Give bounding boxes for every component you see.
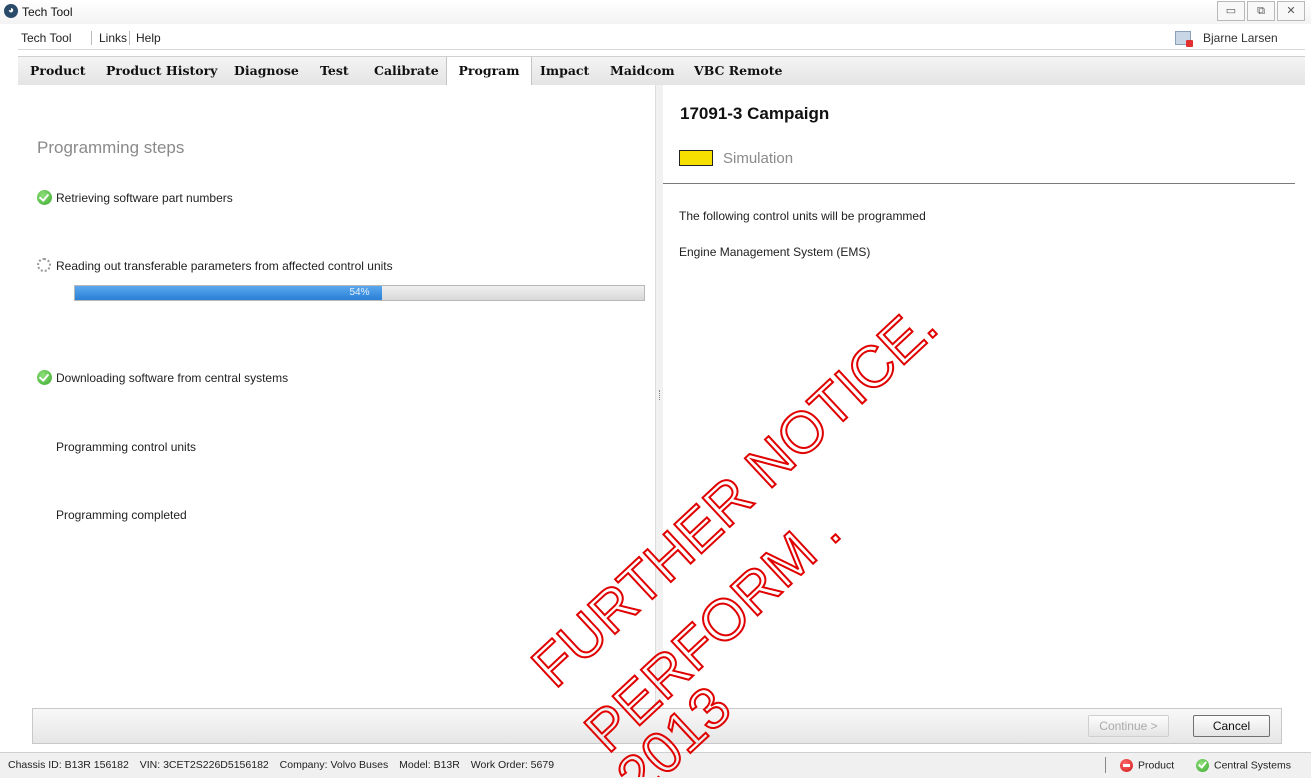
menu-item-links[interactable]: Links xyxy=(99,31,127,45)
loading-spinner-icon xyxy=(37,258,51,272)
user-icon[interactable] xyxy=(1175,31,1193,47)
programming-steps-panel xyxy=(18,85,655,705)
progress-bar: 54% xyxy=(74,285,645,301)
tab-product-history[interactable]: Product History xyxy=(106,57,217,85)
divider xyxy=(663,183,1295,184)
close-button[interactable]: ✕ xyxy=(1277,1,1305,21)
tab-test[interactable]: Test xyxy=(320,57,349,85)
tech-tool-app-icon: ◕ xyxy=(4,4,18,18)
user-name[interactable]: Bjarne Larsen xyxy=(1203,31,1278,45)
tab-diagnose[interactable]: Diagnose xyxy=(234,57,299,85)
company: Company: Volvo Buses xyxy=(279,759,389,771)
tab-maidcom[interactable]: Maidcom xyxy=(610,57,675,85)
status-bar: Chassis ID: B13R 156182 VIN: 3CET2S226D5… xyxy=(0,752,1311,778)
main-tab-bar: Product Product History Diagnose Test Ca… xyxy=(18,56,1305,86)
window-controls: ▭ ⧉ ✕ xyxy=(1215,1,1305,21)
menu-bar: Tech Tool Links Help Bjarne Larsen xyxy=(18,27,1305,50)
tab-program[interactable]: Program xyxy=(446,57,532,86)
control-unit-ems: Engine Management System (EMS) xyxy=(679,245,871,259)
step-label: Downloading software from central system… xyxy=(56,371,289,385)
simulation-label: Simulation xyxy=(723,150,794,167)
continue-button[interactable]: Continue > xyxy=(1088,715,1169,737)
window-title: Tech Tool xyxy=(22,5,73,19)
title-bar: ◕ Tech Tool ▭ ⧉ ✕ xyxy=(0,0,1311,24)
progress-label: 54% xyxy=(349,287,370,298)
menu-item-help[interactable]: Help xyxy=(136,31,161,45)
menu-item-tech-tool[interactable]: Tech Tool xyxy=(21,31,71,45)
stop-icon xyxy=(1120,759,1133,772)
minimize-button[interactable]: ▭ xyxy=(1217,1,1245,21)
model: Model: B13R xyxy=(399,759,460,771)
check-icon xyxy=(37,190,52,205)
vin: VIN: 3CET2S226D5156182 xyxy=(139,759,269,771)
check-icon xyxy=(37,370,52,385)
product-status[interactable]: Product xyxy=(1120,759,1174,772)
campaign-title: 17091-3 Campaign xyxy=(680,104,830,123)
menu-separator xyxy=(129,31,130,45)
tab-impact[interactable]: Impact xyxy=(540,57,589,85)
tab-calibrate[interactable]: Calibrate xyxy=(374,57,439,85)
step-label: Reading out transferable parameters from… xyxy=(56,259,393,273)
work-order: Work Order: 5679 xyxy=(470,759,555,771)
simulation-indicator xyxy=(679,150,713,166)
product-status-label: Product xyxy=(1138,759,1175,772)
vehicle-info: Chassis ID: B13R 156182 VIN: 3CET2S226D5… xyxy=(8,759,562,771)
central-systems-label: Central Systems xyxy=(1214,759,1292,772)
status-separator xyxy=(1105,757,1106,773)
step-label: Retrieving software part numbers xyxy=(56,191,233,205)
control-units-info: The following control units will be prog… xyxy=(679,209,926,223)
step-programming-control-units: Programming control units xyxy=(56,440,197,454)
tab-product[interactable]: Product xyxy=(30,57,86,85)
chassis-id: Chassis ID: B13R 156182 xyxy=(8,759,129,771)
check-icon xyxy=(1196,759,1209,772)
step-programming-completed: Programming completed xyxy=(56,508,187,522)
action-bar: Continue > Cancel xyxy=(32,708,1282,744)
menu-separator xyxy=(91,31,92,45)
campaign-panel xyxy=(663,85,1305,705)
cancel-button[interactable]: Cancel xyxy=(1193,715,1270,737)
restore-button[interactable]: ⧉ xyxy=(1247,1,1275,21)
tab-vbc-remote[interactable]: VBC Remote xyxy=(694,57,782,85)
programming-steps-heading: Programming steps xyxy=(37,138,185,157)
central-systems-status[interactable]: Central Systems xyxy=(1196,759,1291,772)
